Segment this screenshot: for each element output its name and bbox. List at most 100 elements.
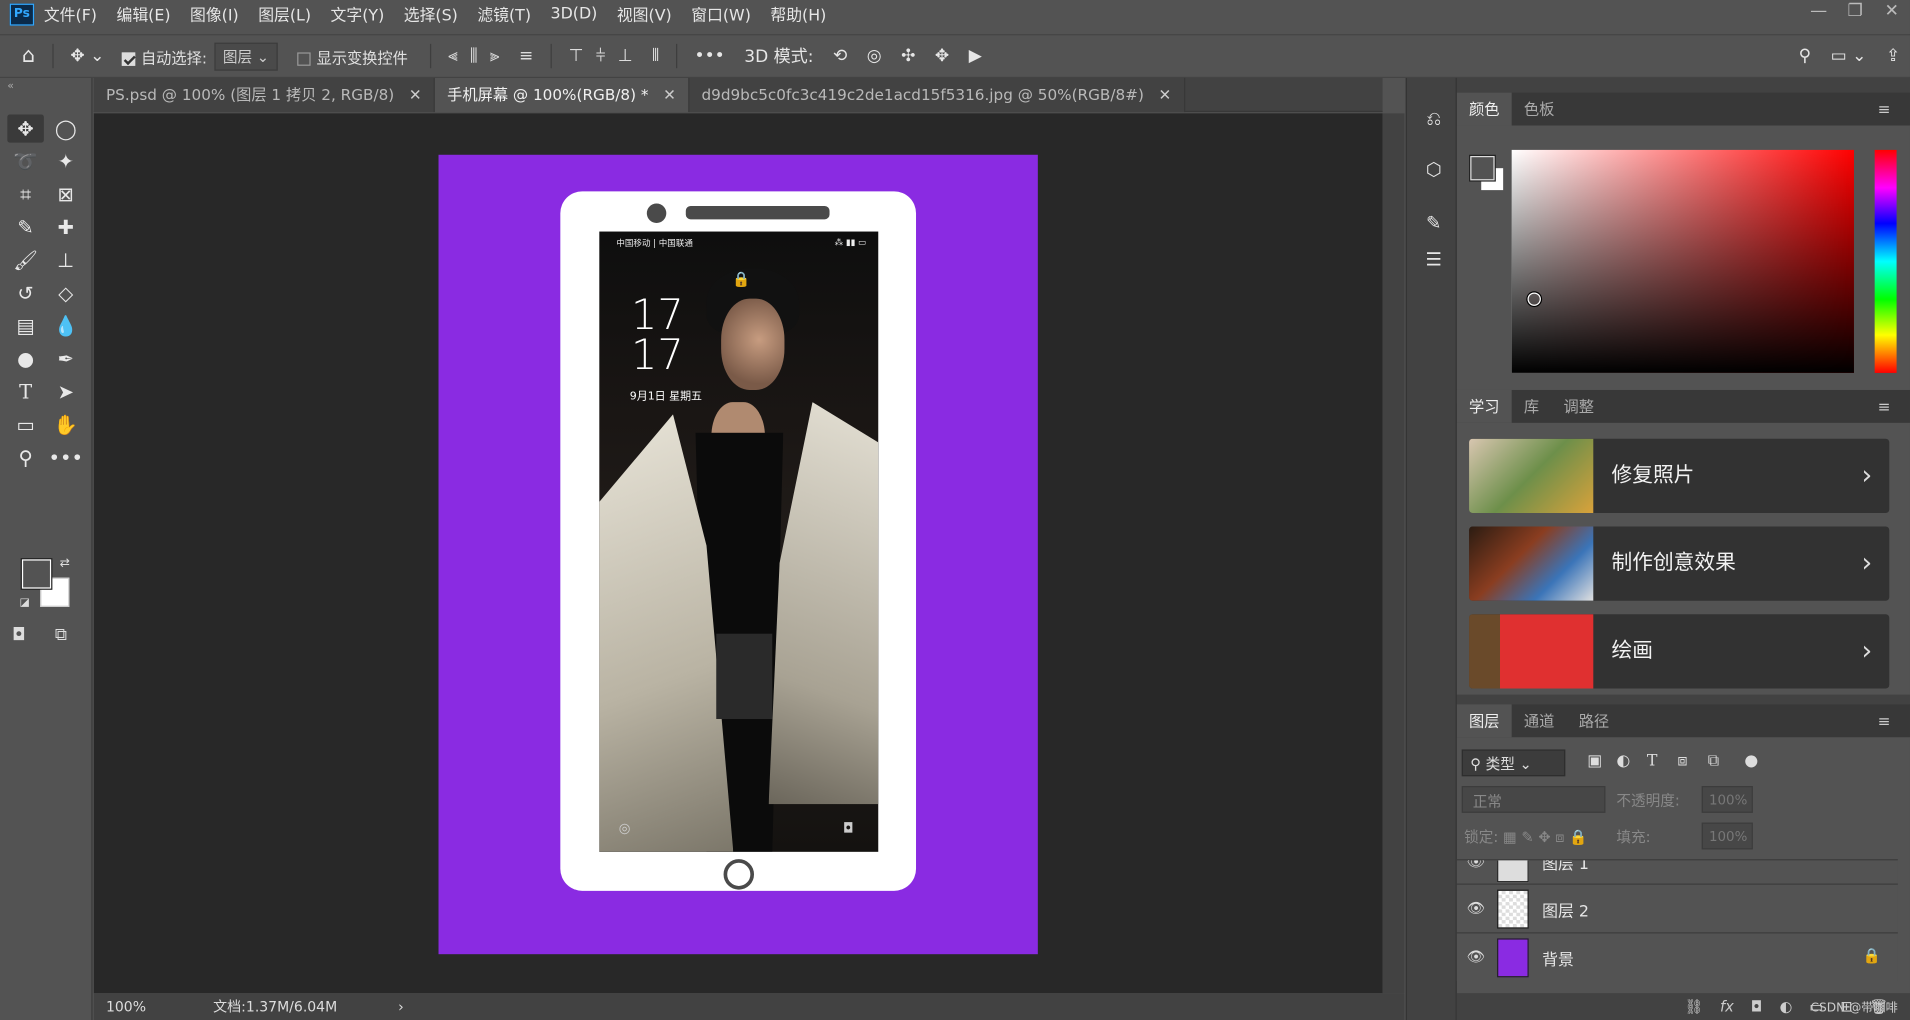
close-icon[interactable]: ✕ <box>1159 85 1172 103</box>
home-icon[interactable]: ⌂ <box>22 44 35 68</box>
menu-view[interactable]: 视图(V) <box>617 2 672 25</box>
close-icon[interactable]: ✕ <box>1873 0 1910 24</box>
frame-tool-icon[interactable]: ⊠ <box>48 180 85 208</box>
auto-select-dropdown[interactable]: 图层 ⌄ <box>214 42 278 71</box>
menu-type[interactable]: 文字(Y) <box>331 2 385 25</box>
stamp-tool-icon[interactable]: ⊥ <box>48 246 85 274</box>
show-transform-checkbox[interactable]: 显示变换控件 <box>297 44 408 67</box>
layer-row[interactable]: 👁 背景 🔒 <box>1456 932 1898 982</box>
brush-tool-icon[interactable]: 🖌 <box>7 246 44 274</box>
menu-select[interactable]: 选择(S) <box>404 2 458 25</box>
brush-settings-icon[interactable]: ✎ <box>1420 212 1447 236</box>
3d-rotate-icon[interactable]: ⟲ <box>833 46 847 65</box>
search-icon[interactable]: ⚲ <box>1799 46 1812 65</box>
filter-toggle-icon[interactable]: ● <box>1744 752 1758 770</box>
canvas-area[interactable]: 中国移动 | 中国联通 ⁂ ▮▮ ▭ 🔒 17 17 9月1日 星期五 ◎ ◘ <box>93 113 1383 994</box>
color-picker-cursor[interactable] <box>1527 292 1541 306</box>
lasso-tool-icon[interactable]: ➰ <box>7 147 44 175</box>
tab-ps-psd[interactable]: PS.psd @ 100% (图层 1 拷贝 2, RGB/8) ✕ <box>93 77 435 113</box>
pen-tool-icon[interactable]: ✒ <box>48 345 85 373</box>
panel-menu-icon[interactable]: ≡ <box>1866 704 1903 737</box>
tab-layers[interactable]: 图层 <box>1456 704 1512 738</box>
blur-tool-icon[interactable]: 💧 <box>48 312 85 340</box>
workspace-icon[interactable]: ▭ ⌄ <box>1831 46 1867 65</box>
tab-learn[interactable]: 学习 <box>1456 389 1512 423</box>
restore-icon[interactable]: ❐ <box>1837 0 1874 24</box>
distribute-h-icon[interactable]: ≡ <box>519 46 533 65</box>
document-canvas[interactable]: 中国移动 | 中国联通 ⁂ ▮▮ ▭ 🔒 17 17 9月1日 星期五 ◎ ◘ <box>438 154 1038 955</box>
3d-pan-icon[interactable]: ✣ <box>901 46 915 65</box>
learn-card-painting[interactable]: 绘画 › <box>1469 614 1890 689</box>
tab-phone-screen[interactable]: 手机屏幕 @ 100%(RGB/8) * ✕ <box>434 77 690 113</box>
history-panel-icon[interactable]: ⎌ <box>1420 107 1447 131</box>
add-mask-icon[interactable]: ◘ <box>1751 998 1763 1015</box>
align-right-icon[interactable]: ⫸ <box>490 46 500 65</box>
crop-tool-icon[interactable]: ⌗ <box>7 180 44 208</box>
share-icon[interactable]: ⇪ <box>1886 46 1900 65</box>
menu-window[interactable]: 窗口(W) <box>691 2 751 25</box>
swap-colors-icon[interactable]: ⇄ <box>60 557 70 570</box>
color-picker-field[interactable] <box>1511 149 1854 373</box>
3d-slide-icon[interactable]: ✥ <box>935 46 949 65</box>
filter-smart-icon[interactable]: ⧉ <box>1708 752 1719 770</box>
eyedropper-icon[interactable]: ✎ <box>7 213 44 241</box>
healing-brush-icon[interactable]: ✚ <box>48 213 85 241</box>
adjustment-layer-icon[interactable]: ◐ <box>1780 998 1793 1015</box>
type-tool-icon[interactable]: T <box>7 378 44 406</box>
link-layers-icon[interactable]: ⛓ <box>1684 998 1703 1015</box>
zoom-tool-icon[interactable]: ⚲ <box>7 444 44 472</box>
align-vcenter-icon[interactable]: ⫩ <box>596 46 606 65</box>
screen-mode-icon[interactable]: ⧉ <box>55 625 67 644</box>
menu-3d[interactable]: 3D(D) <box>551 5 598 23</box>
default-colors-icon[interactable]: ◪ <box>19 597 29 609</box>
layer-row[interactable]: 👁 图层 2 <box>1456 883 1898 933</box>
path-select-icon[interactable]: ➤ <box>48 378 85 406</box>
filter-shape-icon[interactable]: ⧈ <box>1677 752 1687 770</box>
eraser-tool-icon[interactable]: ◇ <box>48 279 85 307</box>
visibility-eye-icon[interactable]: 👁 <box>1467 899 1486 916</box>
move-tool-icon[interactable]: ✥ ⌄ <box>70 46 104 65</box>
fx-icon[interactable]: fx <box>1720 998 1734 1015</box>
collapse-icon[interactable]: « <box>7 80 14 92</box>
hue-slider[interactable] <box>1874 149 1897 373</box>
more-options-icon[interactable]: ••• <box>695 46 725 65</box>
menu-file[interactable]: 文件(F) <box>44 2 97 25</box>
move-tool-icon[interactable]: ✥ <box>7 114 44 143</box>
close-icon[interactable]: ✕ <box>409 85 422 103</box>
foreground-color-swatch[interactable] <box>1470 155 1495 181</box>
close-icon[interactable]: ✕ <box>663 85 676 103</box>
menu-help[interactable]: 帮助(H) <box>770 2 826 25</box>
panel-menu-icon[interactable]: ≡ <box>1866 93 1903 126</box>
menu-layer[interactable]: 图层(L) <box>258 2 311 25</box>
minimize-icon[interactable]: — <box>1800 0 1837 24</box>
zoom-level[interactable]: 100% <box>106 998 213 1015</box>
visibility-eye-icon[interactable]: 👁 <box>1467 948 1486 965</box>
auto-select-checkbox[interactable]: 自动选择: <box>121 44 207 67</box>
dodge-tool-icon[interactable]: ● <box>7 345 44 373</box>
fill-input[interactable]: 100% <box>1701 822 1753 850</box>
filter-type-icon[interactable]: T <box>1647 752 1658 770</box>
lock-icon[interactable]: 🔒 <box>1863 947 1881 964</box>
foreground-color-swatch[interactable] <box>21 559 52 589</box>
learn-card-repair-photo[interactable]: 修复照片 › <box>1469 438 1890 514</box>
align-top-icon[interactable]: ⊤ <box>569 46 584 65</box>
blend-mode-dropdown[interactable]: 正常 <box>1461 786 1606 813</box>
tab-paths[interactable]: 路径 <box>1567 704 1622 737</box>
tab-color[interactable]: 颜色 <box>1456 92 1512 126</box>
3d-scale-icon[interactable]: ▶ <box>969 46 982 65</box>
align-left-icon[interactable]: ⫷ <box>448 46 458 65</box>
status-arrow-icon[interactable]: › <box>398 998 404 1015</box>
filter-adjustment-icon[interactable]: ◐ <box>1616 752 1630 770</box>
menu-edit[interactable]: 编辑(E) <box>116 2 170 25</box>
magic-wand-icon[interactable]: ✦ <box>48 147 85 175</box>
3d-roll-icon[interactable]: ◎ <box>867 46 882 65</box>
layer-filter-dropdown[interactable]: ⚲ 类型 ⌄ <box>1461 749 1566 777</box>
menu-filter[interactable]: 滤镜(T) <box>477 2 531 25</box>
marquee-tool-icon[interactable]: ◯ <box>48 115 85 143</box>
gradient-tool-icon[interactable]: ▤ <box>7 312 44 340</box>
visibility-eye-icon[interactable]: 👁 <box>1467 860 1486 870</box>
tab-channels[interactable]: 通道 <box>1512 704 1567 737</box>
properties-panel-icon[interactable]: ☰ <box>1420 249 1447 273</box>
hand-tool-icon[interactable]: ✋ <box>48 411 85 439</box>
distribute-v-icon[interactable]: ⫴ <box>652 46 659 65</box>
